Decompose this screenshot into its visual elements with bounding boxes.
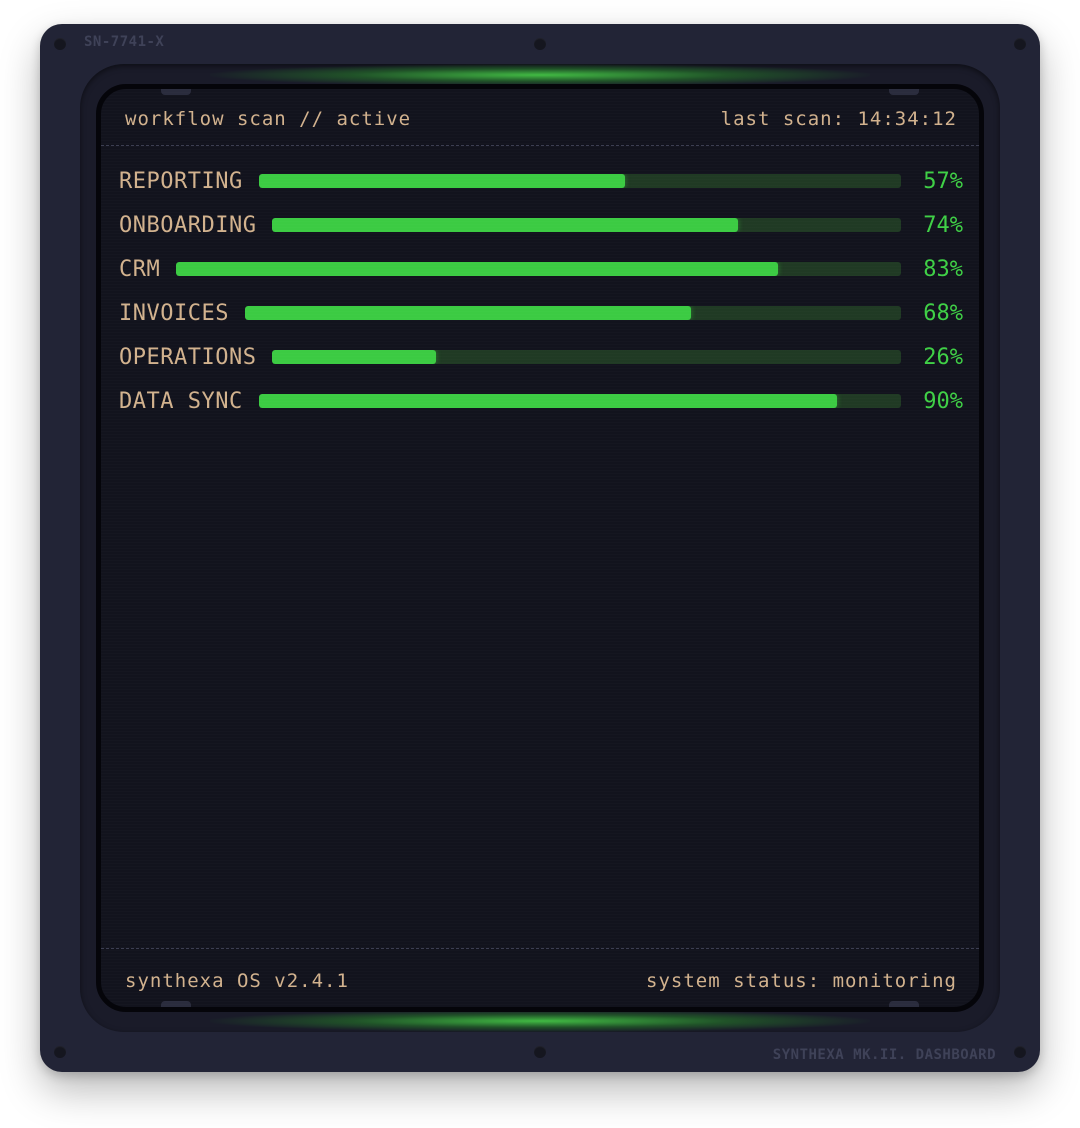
screen-header: workflow scan // active last scan: 14:34… [125,107,957,131]
progress-track [244,306,901,320]
screw-top-right [1014,38,1026,50]
screw-top-center [534,38,546,50]
screen-bezel: workflow scan // active last scan: 14:34… [80,64,1000,1032]
workflow-percent: 68% [923,300,963,326]
workflow-row: REPORTING 57% [119,159,963,203]
progress-track [272,350,901,364]
progress-track [176,262,901,276]
workflow-label: ONBOARDING [119,212,257,238]
glow-bottom [210,1010,870,1032]
workflow-percent: 26% [923,344,963,370]
serial-number: SN-7741-X [84,34,165,50]
workflow-label: INVOICES [119,300,229,326]
system-status: system status: monitoring [646,970,957,992]
workflow-row: CRM 83% [119,247,963,291]
notch-top-left [161,89,191,95]
screw-bottom-right [1014,1046,1026,1058]
workflow-label: OPERATIONS [119,344,257,370]
workflow-list: REPORTING 57% ONBOARDING 74% CRM 83% INVOICES 6… [119,159,963,423]
progress-fill [258,174,625,188]
footer-divider [101,948,979,949]
screw-top-left [54,38,66,50]
workflow-row: INVOICES 68% [119,291,963,335]
os-version: synthexa OS v2.4.1 [125,970,349,992]
progress-fill [272,350,436,364]
screen: workflow scan // active last scan: 14:34… [96,84,984,1012]
dashboard-device: SN-7741-X SYNTHEXA MK.II. DASHBOARD work… [40,24,1040,1072]
notch-bottom-right [889,1001,919,1007]
progress-fill [272,218,738,232]
workflow-percent: 90% [923,388,963,414]
header-divider [101,145,979,146]
workflow-label: REPORTING [119,168,243,194]
progress-fill [176,262,778,276]
progress-fill [258,394,837,408]
workflow-row: OPERATIONS 26% [119,335,963,379]
progress-fill [244,306,692,320]
screw-bottom-left [54,1046,66,1058]
progress-track [272,218,901,232]
workflow-percent: 83% [923,256,963,282]
screen-footer: synthexa OS v2.4.1 system status: monito… [125,969,957,993]
notch-top-right [889,89,919,95]
workflow-row: ONBOARDING 74% [119,203,963,247]
workflow-percent: 74% [923,212,963,238]
workflow-percent: 57% [923,168,963,194]
progress-track [258,394,901,408]
workflow-row: DATA SYNC 90% [119,379,963,423]
workflow-label: CRM [119,256,161,282]
notch-bottom-left [161,1001,191,1007]
scan-title: workflow scan // active [125,108,412,130]
last-scan-time: last scan: 14:34:12 [720,108,957,130]
workflow-label: DATA SYNC [119,388,243,414]
model-name: SYNTHEXA MK.II. DASHBOARD [772,1047,996,1063]
screw-bottom-center [534,1046,546,1058]
glow-top [210,64,870,86]
progress-track [258,174,901,188]
